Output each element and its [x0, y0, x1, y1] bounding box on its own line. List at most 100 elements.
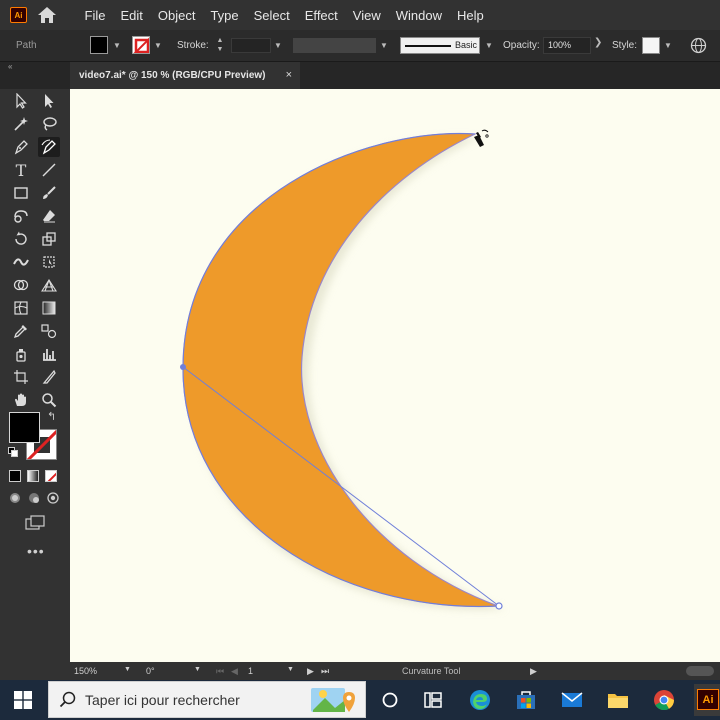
crescent-moon-shape[interactable] [182, 132, 499, 608]
status-menu-arrow-icon[interactable]: ▶ [530, 666, 537, 677]
width-profile-chevron-icon[interactable]: ▼ [378, 36, 390, 54]
variable-width-profile[interactable] [293, 38, 376, 53]
symbol-sprayer-tool-icon[interactable] [10, 344, 32, 364]
brush-chevron-icon[interactable]: ▼ [483, 36, 495, 54]
graphic-style-swatch[interactable] [642, 37, 660, 54]
close-tab-icon[interactable]: × [286, 69, 292, 81]
anchor-point-left[interactable] [180, 364, 186, 370]
widgets-icon[interactable] [421, 688, 445, 712]
stroke-label[interactable]: Stroke: [177, 40, 209, 51]
hand-tool-icon[interactable] [10, 390, 32, 410]
mesh-tool-icon[interactable] [10, 298, 32, 318]
paintbrush-tool-icon[interactable] [38, 183, 60, 203]
menu-view[interactable]: View [345, 8, 388, 23]
menu-file[interactable]: File [77, 8, 113, 23]
zoom-chevron-icon[interactable]: ▼ [124, 666, 131, 673]
opacity-input[interactable]: 100% [543, 37, 591, 54]
magic-wand-tool-icon[interactable] [10, 114, 32, 134]
slice-tool-icon[interactable] [38, 367, 60, 387]
menu-select[interactable]: Select [246, 8, 297, 23]
next-artboard-icon[interactable]: ▶ [307, 666, 314, 677]
stroke-color-swatch[interactable] [132, 36, 150, 54]
pen-tool-icon[interactable] [10, 137, 32, 157]
chrome-browser-icon[interactable] [652, 688, 676, 712]
menu-type[interactable]: Type [203, 8, 246, 23]
rotate-tool-icon[interactable] [10, 229, 32, 249]
taskbar-search-box[interactable]: Taper ici pour rechercher [48, 681, 366, 718]
collapse-panel-icon[interactable]: « [8, 62, 12, 71]
scale-tool-icon[interactable] [38, 229, 60, 249]
edge-browser-icon[interactable] [468, 688, 492, 712]
fill-dropdown-chevron-icon[interactable]: ▼ [111, 36, 123, 54]
stroke-weight-input[interactable] [231, 38, 271, 53]
artboard-tool-icon[interactable] [10, 367, 32, 387]
zoom-tool-icon[interactable] [38, 390, 60, 410]
stroke-dropdown-chevron-icon[interactable]: ▼ [152, 36, 164, 54]
mail-icon[interactable] [560, 688, 584, 712]
brush-definition-field[interactable]: Basic [400, 37, 480, 54]
eyedropper-tool-icon[interactable] [10, 321, 32, 341]
perspective-grid-tool-icon[interactable] [38, 275, 60, 295]
eraser-tool-icon[interactable] [38, 206, 60, 226]
horizontal-scrollbar[interactable] [686, 666, 714, 676]
edit-toolbar-more-icon[interactable]: ••• [27, 543, 45, 559]
gradient-mode-button[interactable] [27, 470, 39, 482]
none-mode-button[interactable] [45, 470, 57, 482]
direct-selection-tool-icon[interactable] [38, 91, 60, 111]
shape-builder-tool-icon[interactable] [10, 275, 32, 295]
lasso-tool-icon[interactable] [38, 114, 60, 134]
selection-tool-icon[interactable] [10, 91, 32, 111]
screen-mode-icon[interactable] [25, 515, 45, 531]
menu-edit[interactable]: Edit [113, 8, 150, 23]
menu-object[interactable]: Object [150, 8, 203, 23]
color-mode-button[interactable] [9, 470, 21, 482]
illustrator-logo[interactable]: Ai [10, 7, 27, 23]
menu-help[interactable]: Help [449, 8, 491, 23]
free-transform-tool-icon[interactable] [38, 252, 60, 272]
opacity-label[interactable]: Opacity: [503, 40, 540, 51]
status-bar: 150% ▼ 0° ▼ ⏮ ◀ 1 ▼ ▶ ⏭ Curvature Tool ▶ [0, 662, 720, 680]
width-tool-icon[interactable] [10, 252, 32, 272]
style-chevron-icon[interactable]: ▼ [662, 36, 674, 54]
anchor-point-bottom[interactable] [495, 602, 503, 610]
default-fill-stroke-icon[interactable] [8, 447, 18, 457]
fill-color-swatch[interactable] [90, 36, 108, 54]
opacity-arrow-icon[interactable]: ❯ [594, 37, 602, 48]
line-segment-tool-icon[interactable] [38, 160, 60, 180]
rotate-view-field[interactable]: 0° [146, 666, 155, 676]
document-tab[interactable]: video7.ai* @ 150 % (RGB/CPU Preview) × [70, 62, 300, 89]
document-tab-title: video7.ai* @ 150 % (RGB/CPU Preview) [79, 70, 266, 81]
previous-artboard-icon[interactable]: ◀ [231, 666, 238, 677]
swap-fill-stroke-icon[interactable]: ↰ [47, 410, 56, 423]
task-view-icon[interactable] [378, 688, 402, 712]
recolor-globe-icon[interactable] [690, 37, 707, 54]
artboard-chevron-icon[interactable]: ▼ [287, 666, 294, 673]
draw-normal-icon[interactable] [9, 492, 21, 504]
current-tool-status[interactable]: Curvature Tool [402, 666, 460, 676]
artboard-number-field[interactable]: 1 [248, 666, 253, 676]
rectangle-tool-icon[interactable] [10, 183, 32, 203]
first-artboard-icon[interactable]: ⏮ [216, 666, 224, 677]
menu-window[interactable]: Window [388, 8, 449, 23]
illustrator-taskbar-button[interactable]: Ai [694, 684, 720, 716]
last-artboard-icon[interactable]: ⏭ [321, 666, 329, 677]
column-graph-tool-icon[interactable] [38, 344, 60, 364]
draw-inside-icon[interactable] [47, 492, 59, 504]
blend-tool-icon[interactable] [38, 321, 60, 341]
zoom-level-field[interactable]: 150% [74, 666, 97, 676]
file-explorer-icon[interactable] [606, 688, 630, 712]
microsoft-store-icon[interactable] [514, 688, 538, 712]
windows-start-icon[interactable] [14, 691, 32, 709]
rotate-chevron-icon[interactable]: ▼ [194, 666, 201, 673]
stroke-weight-chevron-icon[interactable]: ▼ [272, 36, 284, 54]
type-tool-icon[interactable]: T [10, 160, 32, 180]
artboard-canvas[interactable] [70, 89, 720, 662]
curvature-tool-icon[interactable] [38, 137, 60, 157]
home-icon[interactable] [37, 6, 57, 24]
gradient-tool-icon[interactable] [38, 298, 60, 318]
menu-effect[interactable]: Effect [297, 8, 345, 23]
draw-behind-icon[interactable] [28, 492, 40, 504]
shaper-tool-icon[interactable] [10, 206, 32, 226]
fill-swatch-large[interactable] [9, 412, 40, 443]
stroke-weight-stepper[interactable]: ▲ ▼ [214, 36, 226, 54]
